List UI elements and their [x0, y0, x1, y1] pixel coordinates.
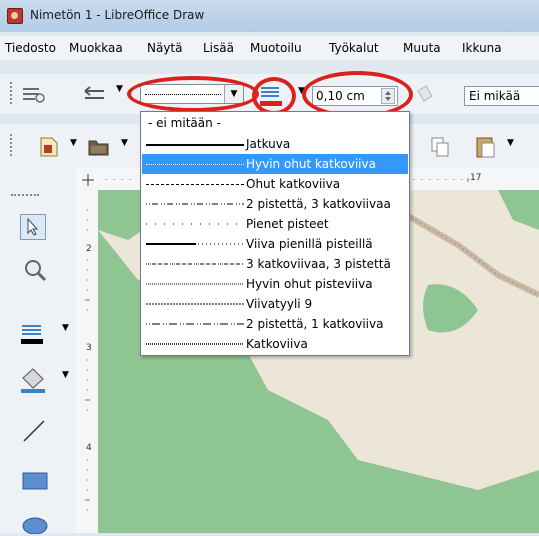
toolbar-grip[interactable]	[11, 194, 39, 196]
line-style-option[interactable]: Hyvin ohut pisteviiva	[142, 274, 408, 294]
line-sample	[146, 203, 244, 205]
line-sample	[146, 323, 244, 325]
rectangle-tool-icon[interactable]	[21, 470, 49, 492]
paste-icon[interactable]	[474, 134, 498, 160]
select-tool[interactable]	[20, 214, 46, 240]
arrow-style-icon[interactable]	[82, 85, 108, 105]
ruler-label: 3	[86, 343, 92, 353]
toolbar-grip[interactable]	[10, 82, 12, 106]
line-style-option[interactable]: 3 katkoviivaa, 3 pistettä	[142, 254, 408, 274]
line-style-option[interactable]: 2 pistettä, 1 katkoviiva	[142, 314, 408, 334]
menu-bar: Tiedosto Muokkaa Näytä Lisää Muotoilu Ty…	[0, 36, 539, 60]
menu-muuta[interactable]: Muuta	[403, 41, 441, 55]
line-style-option[interactable]: - ei mitään -	[142, 113, 408, 133]
line-style-option[interactable]: Katkoviiva	[142, 334, 408, 354]
line-style-option[interactable]: Viiva pienillä pisteillä	[142, 234, 408, 254]
chevron-down-icon[interactable]: ▼	[507, 138, 514, 148]
ruler-label: 2	[86, 244, 92, 254]
line-sample	[146, 223, 244, 225]
menu-muokkaa[interactable]: Muokkaa	[69, 41, 123, 55]
ellipse-tool-icon[interactable]	[21, 514, 49, 534]
line-sample	[146, 303, 244, 305]
menu-tyokalut[interactable]: Työkalut	[329, 41, 379, 55]
drawing-toolbar: ▼ ▼	[0, 168, 76, 534]
chevron-down-icon[interactable]: ▼	[116, 84, 123, 94]
line-style-dropdown: - ei mitään - Jatkuva Hyvin ohut katkovi…	[140, 111, 410, 356]
copy-icon[interactable]	[430, 136, 452, 158]
open-folder-icon[interactable]	[87, 136, 111, 158]
fill-bucket-icon[interactable]	[414, 83, 436, 107]
line-style-option[interactable]: Jatkuva	[142, 134, 408, 154]
line-style-option[interactable]: 2 pistettä, 3 katkoviivaa	[142, 194, 408, 214]
line-icon[interactable]	[21, 85, 47, 105]
new-document-icon[interactable]	[38, 136, 60, 158]
libreoffice-draw-icon	[7, 8, 23, 24]
title-bar: Nimetön 1 - LibreOffice Draw	[0, 0, 539, 32]
chevron-down-icon[interactable]: ▼	[121, 138, 128, 148]
area-fill-icon[interactable]	[19, 366, 49, 394]
line-sample	[146, 184, 244, 185]
line-sample	[146, 164, 244, 165]
chevron-down-icon[interactable]: ▼	[62, 323, 69, 333]
line-sample	[146, 343, 244, 345]
line-style-icon[interactable]	[19, 320, 49, 346]
ruler-label: 17	[470, 173, 482, 183]
ruler-ticks	[85, 209, 90, 511]
line-sample	[146, 243, 244, 245]
zoom-icon[interactable]	[22, 257, 48, 283]
menu-lisaa[interactable]: Lisää	[203, 41, 234, 55]
menu-muotoilu[interactable]: Muotoilu	[250, 41, 302, 55]
line-tool-icon[interactable]	[21, 418, 47, 444]
chevron-down-icon[interactable]: ▼	[62, 370, 69, 380]
menu-tiedosto[interactable]: Tiedosto	[5, 41, 56, 55]
window-title: Nimetön 1 - LibreOffice Draw	[30, 8, 205, 22]
pointer-arrow-icon	[27, 217, 39, 236]
line-style-option[interactable]: Ohut katkoviiva	[142, 174, 408, 194]
line-style-option[interactable]: Viivatyyli 9	[142, 294, 408, 314]
chevron-down-icon[interactable]: ▼	[70, 138, 77, 148]
menu-nayta[interactable]: Näytä	[147, 41, 183, 55]
line-sample	[146, 144, 244, 146]
vertical-ruler[interactable]: 2 3 4	[76, 190, 99, 533]
line-style-option-selected[interactable]: Hyvin ohut katkoviiva	[142, 154, 408, 174]
line-style-option[interactable]: Pienet pisteet	[142, 214, 408, 234]
annotation-circle	[252, 77, 296, 115]
area-style-value: Ei mikää	[469, 89, 521, 103]
line-sample	[146, 283, 244, 285]
line-sample	[146, 263, 244, 265]
annotation-circle	[127, 76, 259, 112]
toolbar-grip[interactable]	[10, 134, 12, 158]
menu-ikkuna[interactable]: Ikkuna	[462, 41, 502, 55]
ruler-label: 4	[86, 443, 92, 453]
area-style-select[interactable]: Ei mikää	[464, 86, 539, 106]
